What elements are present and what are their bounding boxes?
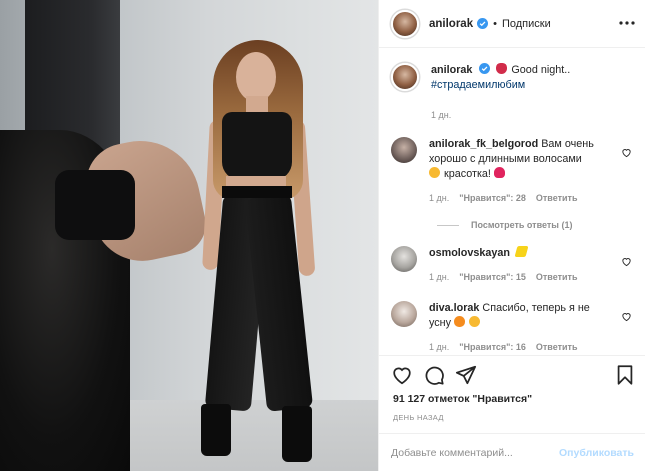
- caption-hashtag[interactable]: #страдаемилюбим: [431, 79, 525, 91]
- lightning-emoji-icon: [514, 246, 529, 257]
- replies-divider: [437, 224, 459, 226]
- comment-likes[interactable]: "Нравится": 28: [459, 191, 526, 206]
- post-date[interactable]: ДЕНЬ НАЗАД: [393, 413, 444, 422]
- post-actions: 91 127 отметок "Нравится" ДЕНЬ НАЗАД: [379, 355, 645, 433]
- add-comment-bar: Опубликовать: [379, 433, 645, 471]
- view-replies-label: Посмотреть ответы (1): [471, 220, 573, 230]
- star-struck-emoji-icon: [469, 316, 481, 327]
- comment-time[interactable]: 1 дн.: [429, 191, 449, 206]
- model-shoe-left: [201, 404, 231, 456]
- red-heart-emoji-icon: [493, 167, 505, 178]
- instagram-post: anilorak • Подписки anilorak Good night.…: [0, 0, 645, 471]
- comments-list[interactable]: anilorak Good night.. #страдаемилюбим 1 …: [379, 49, 645, 355]
- caption-avatar[interactable]: [391, 63, 419, 91]
- caption: anilorak Good night.. #страдаемилюбим 1 …: [391, 63, 634, 123]
- author-avatar[interactable]: [391, 9, 419, 38]
- publish-button[interactable]: Опубликовать: [559, 447, 634, 459]
- commenter-avatar[interactable]: [391, 137, 417, 163]
- reply-button[interactable]: Ответить: [536, 270, 578, 285]
- verified-badge-icon: [477, 18, 489, 29]
- like-comment-heart-icon[interactable]: [621, 256, 632, 267]
- fire-emoji-icon: [454, 316, 466, 327]
- bookmark-save-icon[interactable]: [614, 364, 636, 386]
- share-send-icon[interactable]: [455, 364, 477, 386]
- comment-item: anilorak_fk_belgorod Вам очень хорошо с …: [391, 137, 634, 206]
- post-header: anilorak • Подписки: [379, 0, 645, 48]
- post-side-panel: anilorak • Подписки anilorak Good night.…: [378, 0, 645, 471]
- model-face: [236, 52, 276, 102]
- author-username[interactable]: anilorak: [429, 18, 473, 30]
- more-options-icon[interactable]: [618, 16, 636, 30]
- following-button[interactable]: Подписки: [502, 18, 551, 30]
- model-belt: [222, 186, 292, 198]
- reply-button[interactable]: Ответить: [536, 191, 578, 206]
- comment-likes[interactable]: "Нравится": 16: [459, 340, 526, 355]
- model-top: [222, 112, 292, 180]
- verified-badge-icon: [479, 63, 491, 74]
- commenter-avatar[interactable]: [391, 301, 417, 327]
- likes-count[interactable]: 91 127 отметок "Нравится": [393, 393, 532, 405]
- like-comment-heart-icon[interactable]: [621, 147, 632, 158]
- star-struck-emoji-icon: [429, 167, 440, 178]
- comment-text: Спасибо, теперь я не: [482, 302, 590, 314]
- comment-username[interactable]: diva.lorak: [429, 302, 479, 314]
- comment-username[interactable]: osmolovskayan: [429, 247, 510, 259]
- comment-item: osmolovskayan 1 дн. "Нравится": 15 Ответ…: [391, 246, 634, 285]
- comment-icon[interactable]: [423, 364, 445, 386]
- comment-text-continued: усну: [429, 317, 452, 329]
- kiss-mark-emoji-icon: [496, 63, 508, 74]
- caption-text: Good night..: [511, 64, 571, 76]
- like-comment-heart-icon[interactable]: [621, 311, 632, 322]
- comment-item: diva.lorak Спасибо, теперь я не усну 1 д…: [391, 301, 634, 355]
- header-separator: •: [493, 17, 497, 30]
- comment-time[interactable]: 1 дн.: [429, 270, 449, 285]
- reply-button[interactable]: Ответить: [536, 340, 578, 355]
- model-shoe-right: [282, 406, 312, 462]
- caption-time[interactable]: 1 дн.: [431, 108, 451, 123]
- post-photo[interactable]: [0, 0, 378, 471]
- caption-username[interactable]: anilorak: [431, 64, 472, 76]
- commenter-avatar[interactable]: [391, 246, 417, 272]
- comment-input[interactable]: [391, 446, 560, 459]
- comment-username[interactable]: anilorak_fk_belgorod: [429, 138, 538, 150]
- view-replies-button[interactable]: Посмотреть ответы (1): [437, 220, 634, 230]
- like-heart-icon[interactable]: [391, 364, 413, 386]
- comment-text-continued: красотка!: [444, 168, 491, 180]
- camera: [55, 170, 135, 240]
- comment-likes[interactable]: "Нравится": 15: [459, 270, 526, 285]
- comment-time[interactable]: 1 дн.: [429, 340, 449, 355]
